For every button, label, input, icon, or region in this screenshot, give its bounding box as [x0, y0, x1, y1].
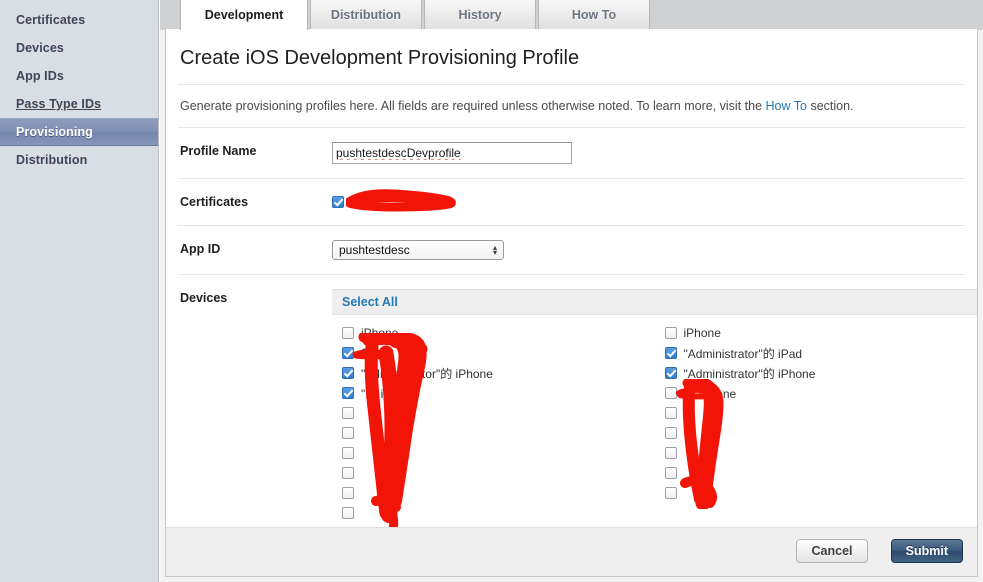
profile-name-input[interactable] — [332, 142, 572, 164]
tab-bar: Development Distribution History How To — [160, 0, 983, 30]
list-item[interactable] — [332, 403, 655, 423]
list-item[interactable] — [332, 443, 655, 463]
device-checkbox[interactable] — [664, 327, 677, 339]
tab-how-to[interactable]: How To — [538, 0, 650, 30]
device-checkbox[interactable] — [342, 387, 354, 399]
device-checkbox[interactable] — [664, 487, 677, 499]
how-to-link[interactable]: How To — [766, 99, 807, 113]
sidebar-item-label: Certificates — [16, 13, 86, 27]
device-name: iPhone — [683, 326, 721, 340]
sidebar-item-label: Pass Type IDs — [16, 97, 102, 111]
device-checkbox[interactable] — [342, 327, 354, 339]
content-panel: Create iOS Development Provisioning Prof… — [165, 29, 978, 577]
intro-text: Generate provisioning profiles here. All… — [166, 85, 977, 127]
intro-text-after: section. — [806, 99, 854, 113]
sidebar-item-app-ids[interactable]: App IDs — [0, 62, 158, 90]
device-name: "Administrator"的 iPad — [683, 346, 803, 361]
list-item[interactable]: 的 iPhone — [655, 383, 978, 403]
certificates-label: Certificates — [180, 195, 249, 209]
list-item[interactable]: "的 iPhone — [332, 383, 655, 403]
submit-button[interactable]: Submit — [890, 539, 963, 563]
sidebar-item-label: Distribution — [16, 153, 88, 167]
sidebar-item-label: Devices — [16, 41, 64, 55]
app-root: Certificates Devices App IDs Pass Type I… — [0, 0, 983, 582]
device-checkbox[interactable] — [342, 447, 354, 459]
device-name: 02 — [361, 346, 375, 360]
list-item[interactable] — [655, 463, 978, 483]
list-item[interactable]: "Administrator"的 iPad — [655, 343, 978, 363]
device-name: 的 iPhone — [683, 386, 737, 401]
device-checkbox[interactable] — [664, 387, 677, 399]
sidebar-item-provisioning[interactable]: Provisioning — [0, 118, 158, 146]
device-checkbox[interactable] — [342, 507, 354, 519]
list-item[interactable]: iPhone — [655, 323, 978, 343]
list-item[interactable]: 02 — [332, 343, 655, 363]
list-item[interactable]: "Administrator"的 iPhone — [655, 363, 978, 383]
device-columns: iPhone 02 "Administrator"的 iPhone "的 iPh… — [332, 315, 977, 553]
tab-history[interactable]: History — [424, 0, 536, 30]
tab-distribution[interactable]: Distribution — [310, 0, 422, 30]
main-area: Development Distribution History How To … — [160, 0, 983, 582]
device-checkbox[interactable] — [342, 467, 354, 479]
list-item[interactable] — [655, 443, 978, 463]
devices-panel: Select All iPhone 02 "Administrator"的 iP… — [332, 289, 977, 554]
form-footer: Cancel Submit — [166, 527, 977, 576]
redaction-mark-certificate — [346, 189, 456, 212]
device-name: "的 iPhone — [361, 386, 418, 401]
device-checkbox[interactable] — [342, 367, 354, 379]
list-item[interactable] — [655, 423, 978, 443]
sidebar: Certificates Devices App IDs Pass Type I… — [0, 0, 159, 582]
select-all-link[interactable]: Select All — [332, 290, 977, 315]
certificate-checkbox[interactable] — [332, 196, 344, 208]
sidebar-item-label: Provisioning — [16, 125, 93, 139]
app-id-select[interactable]: pushtestdesc — [332, 240, 504, 260]
form-row-profile-name: Profile Name — [166, 128, 977, 178]
device-checkbox[interactable] — [342, 487, 354, 499]
intro-text-before: Generate provisioning profiles here. All… — [180, 99, 766, 113]
device-checkbox[interactable] — [664, 407, 677, 419]
device-checkbox[interactable] — [342, 347, 354, 359]
sidebar-item-certificates[interactable]: Certificates — [0, 6, 158, 34]
sidebar-item-pass-type-ids[interactable]: Pass Type IDs — [0, 90, 158, 118]
device-checkbox[interactable] — [342, 427, 354, 439]
device-checkbox[interactable] — [664, 427, 677, 439]
device-name: "Administrator"的 iPhone — [361, 366, 493, 381]
tab-list: Development Distribution History How To — [180, 0, 652, 30]
sidebar-item-label: App IDs — [16, 69, 64, 83]
device-checkbox[interactable] — [342, 407, 354, 419]
list-item[interactable] — [332, 463, 655, 483]
form-row-certificates: Certificates — [166, 179, 977, 225]
devices-label: Devices — [180, 291, 228, 305]
list-item[interactable]: "Administrator"的 iPhone — [332, 363, 655, 383]
list-item[interactable]: iPhone — [332, 323, 655, 343]
list-item[interactable] — [655, 403, 978, 423]
sidebar-item-devices[interactable]: Devices — [0, 34, 158, 62]
device-column-left: iPhone 02 "Administrator"的 iPhone "的 iPh… — [332, 323, 655, 543]
list-item[interactable] — [332, 483, 655, 503]
device-checkbox[interactable] — [664, 367, 677, 379]
device-checkbox[interactable] — [664, 467, 677, 479]
page-title: Create iOS Development Provisioning Prof… — [180, 47, 580, 69]
cancel-button[interactable]: Cancel — [796, 539, 868, 563]
form-row-devices: Devices Select All iPhone 02 "Administra… — [166, 275, 977, 554]
device-checkbox[interactable] — [664, 447, 677, 459]
list-item[interactable] — [332, 423, 655, 443]
form-row-app-id: App ID pushtestdesc ▴ ▾ — [166, 226, 977, 274]
list-item[interactable] — [655, 483, 978, 503]
tab-development[interactable]: Development — [180, 0, 308, 30]
profile-name-label: Profile Name — [180, 144, 257, 158]
app-id-label: App ID — [180, 242, 221, 256]
device-checkbox[interactable] — [664, 347, 677, 359]
sidebar-item-distribution[interactable]: Distribution — [0, 146, 158, 174]
device-column-right: iPhone "Administrator"的 iPad "Administra… — [655, 323, 978, 543]
list-item[interactable] — [332, 503, 655, 523]
device-name: "Administrator"的 iPhone — [683, 366, 816, 381]
device-name: iPhone — [361, 326, 399, 340]
